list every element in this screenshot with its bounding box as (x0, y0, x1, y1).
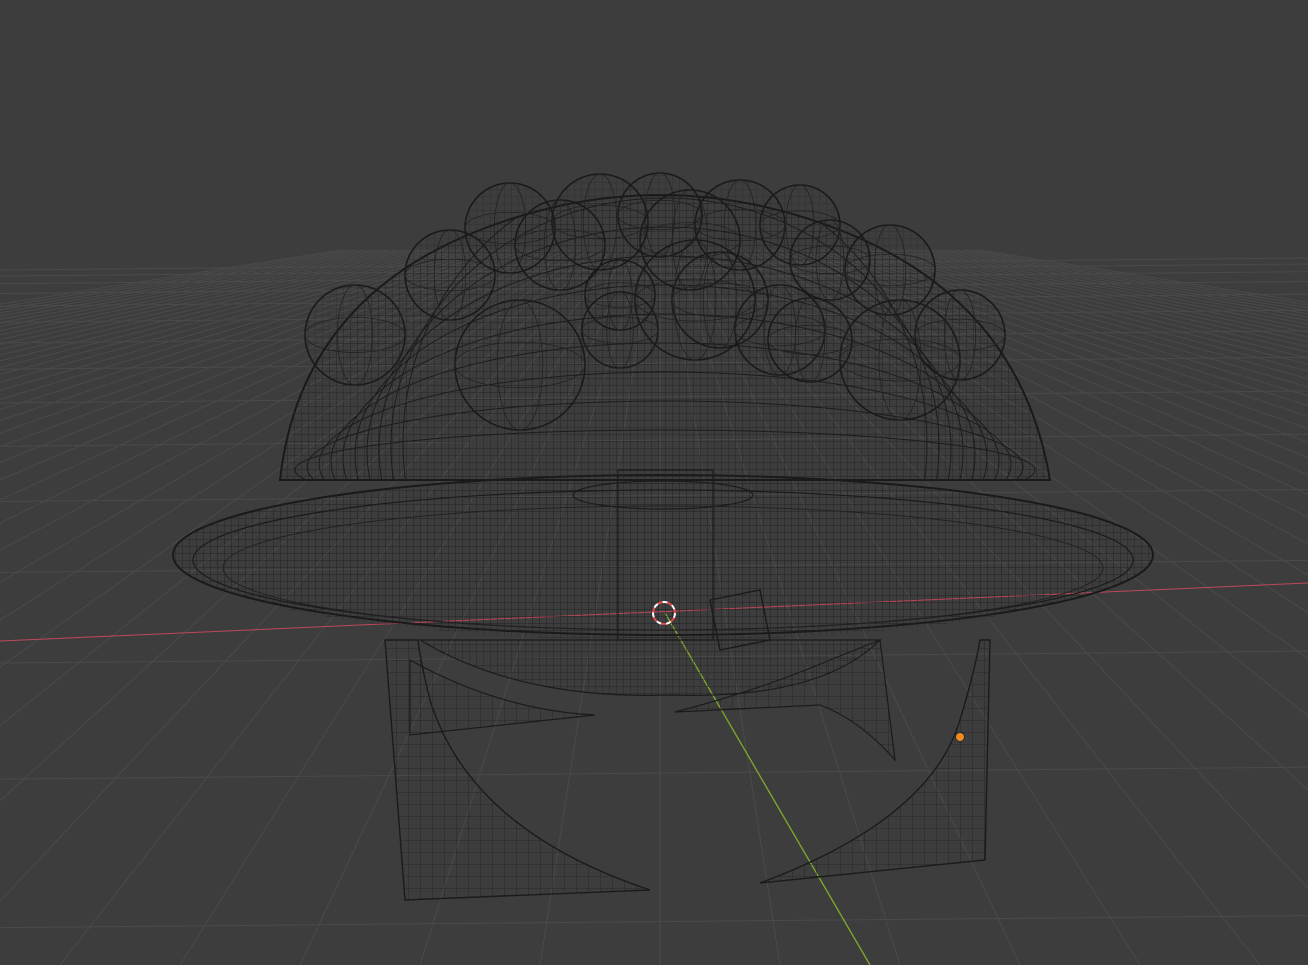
grid-line (0, 766, 1308, 780)
dome-sphere[interactable] (304, 284, 406, 386)
dome-sphere[interactable] (581, 291, 659, 369)
viewport-scene[interactable] (0, 0, 1308, 965)
dome-sphere[interactable] (767, 297, 853, 383)
dome-sphere[interactable] (404, 229, 496, 321)
dome-sphere[interactable] (839, 299, 961, 421)
grid-line (0, 915, 1308, 929)
dome-sphere[interactable] (454, 299, 586, 431)
viewport-3d[interactable] (0, 0, 1308, 965)
object-origin-dot[interactable] (955, 732, 965, 742)
